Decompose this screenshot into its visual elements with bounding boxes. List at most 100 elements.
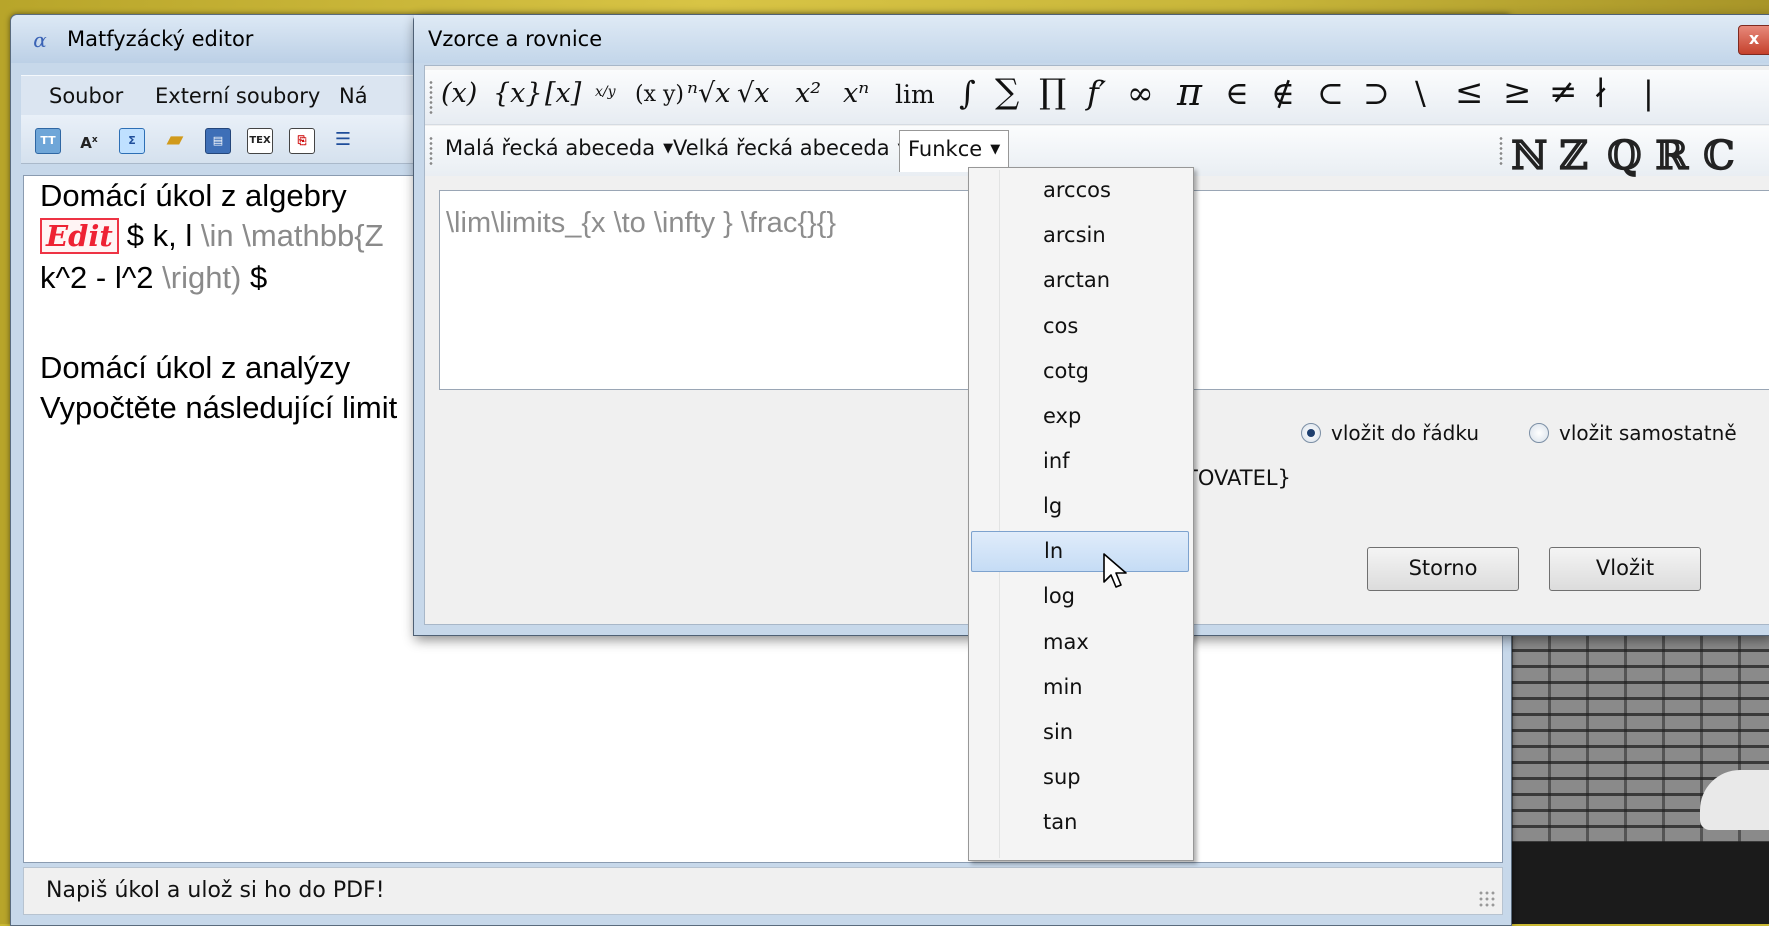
symbol-rationals[interactable]: ℚ <box>1607 132 1642 179</box>
hidden-text-fragment: TOVATEL} <box>1185 466 1291 490</box>
status-text: Napiš úkol a ulož si ho do PDF! <box>46 878 385 903</box>
menu-item-sin[interactable]: sin <box>971 712 1189 753</box>
dropdown-big-greek[interactable]: Velká řecká abeceda▼ <box>673 136 908 160</box>
symbol-naturals[interactable]: ℕ <box>1511 132 1548 179</box>
insert-icon[interactable]: Σ <box>119 128 145 154</box>
small-greek-label: Malá řecká abeceda <box>445 136 656 160</box>
dropdown-functions[interactable]: Funkce ▼ <box>899 130 1010 172</box>
dialog-titlebar[interactable]: Vzorce a rovnice x <box>414 15 1769 63</box>
dropdown-small-greek[interactable]: Malá řecká abeceda ▼ <box>445 136 673 160</box>
insert-button[interactable]: Vložit <box>1549 547 1701 591</box>
symbol-fraction[interactable]: x/y <box>595 84 616 100</box>
cancel-button[interactable]: Storno <box>1367 547 1519 591</box>
menu-item-arcsin[interactable]: arcsin <box>971 215 1189 256</box>
symbol-pi[interactable]: π <box>1177 70 1202 114</box>
menu-item-min[interactable]: min <box>971 667 1189 708</box>
editor-math-end: $ <box>241 260 268 295</box>
main-window-title: Matfyzácký editor <box>67 27 254 51</box>
symbol-lim[interactable]: lim <box>895 80 935 109</box>
menu-item-arccos[interactable]: arccos <box>971 170 1189 211</box>
symbol-product[interactable]: ∏ <box>1039 72 1066 112</box>
menu-item-ln[interactable]: ln <box>971 531 1189 572</box>
symbol-divides[interactable]: | <box>1643 74 1654 112</box>
big-greek-label: Velká řecká abeceda <box>673 136 890 160</box>
symbol-greater-equal[interactable]: ≥ <box>1503 72 1532 112</box>
editor-math-start: $ k, l <box>126 218 193 253</box>
menu-item-inf[interactable]: inf <box>971 441 1189 482</box>
editor-math-gray: \in \mathbb{Z <box>192 218 384 253</box>
symbol-sqrt[interactable]: √x <box>737 78 769 109</box>
save-icon[interactable]: ▤ <box>205 128 231 154</box>
editor-line-4: Domácí úkol z analýzy <box>40 350 351 385</box>
editor-line-5: Vypočtěte následující limit <box>40 390 398 425</box>
list-icon[interactable]: ☰ <box>331 128 355 152</box>
symbol-integers[interactable]: ℤ <box>1559 132 1588 179</box>
toolbar-grip-icon[interactable] <box>429 136 433 166</box>
radio-inline-label: vložit do řádku <box>1331 421 1479 445</box>
menu-item-lg[interactable]: lg <box>971 486 1189 527</box>
symbol-integral[interactable]: ∫ <box>959 74 976 112</box>
menu-item-log[interactable]: log <box>971 576 1189 617</box>
open-folder-icon[interactable]: ▰ <box>163 128 187 152</box>
symbol-infinity[interactable]: ∞ <box>1127 74 1154 112</box>
editor-line-2: Edit $ k, l \in \mathbb{Z <box>40 218 384 254</box>
radio-standalone[interactable]: vložit samostatně <box>1529 421 1737 445</box>
editor-math-expr: k^2 - l^2 <box>40 260 154 295</box>
symbol-square[interactable]: x² <box>795 78 821 109</box>
menu-externi-soubory[interactable]: Externí soubory <box>155 84 320 108</box>
editor-line-3: k^2 - l^2 \right) $ <box>40 260 267 296</box>
symbol-binomial[interactable]: (x y) <box>635 82 684 107</box>
status-bar: Napiš úkol a ulož si ho do PDF! <box>23 867 1503 915</box>
edit-badge[interactable]: Edit <box>40 218 119 254</box>
radio-standalone-label: vložit samostatně <box>1559 421 1737 445</box>
editor-line-1: Domácí úkol z algebry <box>40 178 347 213</box>
radio-inline[interactable]: vložit do řádku <box>1301 421 1479 445</box>
font-size-icon[interactable]: Ax <box>77 128 101 152</box>
symbol-superset[interactable]: ⊃ <box>1363 74 1390 112</box>
menu-item-arctan[interactable]: arctan <box>971 260 1189 301</box>
symbol-sum[interactable]: ∑ <box>995 72 1019 112</box>
menu-item-exp[interactable]: exp <box>971 396 1189 437</box>
functions-menu: arccos arcsin arctan cos cotg exp inf lg… <box>968 167 1194 861</box>
resize-grip-icon[interactable] <box>1478 890 1496 908</box>
symbol-complex[interactable]: ℂ <box>1703 132 1735 179</box>
editor-math-right: \right) <box>153 260 242 295</box>
symbol-reals[interactable]: ℝ <box>1655 132 1688 179</box>
menu-item-max[interactable]: max <box>971 622 1189 663</box>
menu-item-cotg[interactable]: cotg <box>971 351 1189 392</box>
symbol-nth-root[interactable]: ⁿ√x <box>687 78 730 109</box>
dialog-title: Vzorce a rovnice <box>428 27 603 51</box>
symbol-derivative[interactable]: f′ <box>1087 74 1106 112</box>
menu-item-cos[interactable]: cos <box>971 306 1189 347</box>
radio-selected-icon <box>1301 423 1321 443</box>
toolbar-grip-icon[interactable] <box>429 80 433 114</box>
symbol-braces[interactable]: {x} <box>493 78 543 109</box>
radio-unselected-icon <box>1529 423 1549 443</box>
pdf-icon[interactable]: ⎘ <box>289 128 315 154</box>
menu-soubor[interactable]: Soubor <box>49 84 123 108</box>
wallpaper-shadow <box>1510 842 1769 924</box>
toolbar-grip-icon[interactable] <box>1499 136 1503 166</box>
chevron-down-icon: ▼ <box>990 142 1001 157</box>
tex-icon[interactable]: TEX <box>247 128 273 154</box>
symbol-subset[interactable]: ⊂ <box>1317 74 1344 112</box>
symbol-power[interactable]: xⁿ <box>843 78 869 109</box>
symbol-brackets[interactable]: [x] <box>545 78 581 109</box>
chevron-down-icon: ▼ <box>663 141 674 156</box>
template-icon[interactable]: TT <box>35 128 61 154</box>
symbol-toolbar: (x) {x} [x] x/y (x y) ⁿ√x √x x² xⁿ lim ∫… <box>425 70 1769 125</box>
menu-item-tan[interactable]: tan <box>971 802 1189 843</box>
menu-item-sup[interactable]: sup <box>971 757 1189 798</box>
close-icon[interactable]: x <box>1738 25 1769 55</box>
symbol-not-equal[interactable]: ≠ <box>1549 72 1578 112</box>
symbol-not-divides[interactable]: ∤ <box>1593 74 1608 112</box>
app-alpha-icon: α <box>33 28 47 52</box>
menu-napoveda[interactable]: Ná <box>339 84 368 108</box>
mouse-pointer-icon <box>1103 553 1127 588</box>
symbol-element-of[interactable]: ∈ <box>1225 74 1249 112</box>
symbol-set-minus[interactable]: \ <box>1415 74 1426 112</box>
symbol-parentheses[interactable]: (x) <box>441 78 477 109</box>
functions-label: Funkce <box>908 137 983 161</box>
symbol-not-element-of[interactable]: ∉ <box>1271 74 1295 112</box>
symbol-less-equal[interactable]: ≤ <box>1455 72 1484 112</box>
